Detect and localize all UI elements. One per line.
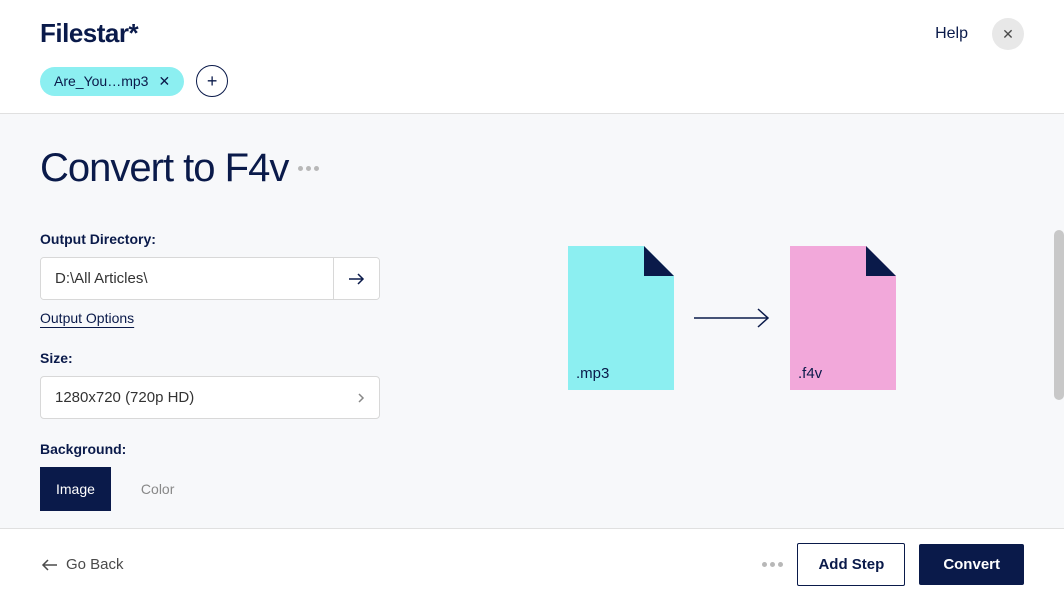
plus-icon: +: [207, 71, 218, 92]
page-title: Convert to F4v: [40, 146, 380, 191]
help-link[interactable]: Help: [935, 25, 968, 43]
output-directory-input[interactable]: [41, 258, 333, 299]
conversion-preview: .mp3 .f4v: [568, 246, 896, 390]
add-step-button[interactable]: Add Step: [797, 543, 905, 586]
background-color-toggle[interactable]: Color: [125, 467, 190, 511]
arrow-left-icon: [40, 558, 58, 572]
chevron-right-icon: [357, 392, 365, 404]
source-file-icon: .mp3: [568, 246, 674, 390]
close-button[interactable]: ✕: [992, 18, 1024, 50]
background-label: Background:: [40, 441, 380, 457]
file-chip-label: Are_You…mp3: [54, 73, 148, 89]
go-back-label: Go Back: [66, 556, 124, 573]
size-label: Size:: [40, 350, 380, 366]
file-chip[interactable]: Are_You…mp3 ✕: [40, 67, 184, 96]
source-ext-label: .mp3: [576, 365, 609, 382]
target-ext-label: .f4v: [798, 365, 822, 382]
arrow-right-icon: [348, 272, 366, 286]
more-icon[interactable]: [762, 562, 783, 567]
size-value: 1280x720 (720p HD): [55, 389, 194, 406]
arrow-right-icon: [692, 306, 772, 330]
close-icon[interactable]: ✕: [158, 73, 170, 90]
output-options-link[interactable]: Output Options: [40, 310, 134, 326]
scrollbar[interactable]: [1054, 230, 1064, 400]
output-directory-label: Output Directory:: [40, 231, 380, 247]
more-icon[interactable]: [298, 166, 319, 171]
convert-button[interactable]: Convert: [919, 544, 1024, 585]
page-title-text: Convert to F4v: [40, 146, 288, 191]
background-image-toggle[interactable]: Image: [40, 467, 111, 511]
close-icon: ✕: [1002, 26, 1014, 43]
go-back-button[interactable]: Go Back: [40, 556, 124, 573]
size-select[interactable]: 1280x720 (720p HD): [40, 376, 380, 419]
browse-button[interactable]: [333, 258, 379, 299]
target-file-icon: .f4v: [790, 246, 896, 390]
app-logo: Filestar*: [40, 18, 228, 49]
add-file-button[interactable]: +: [196, 65, 228, 97]
